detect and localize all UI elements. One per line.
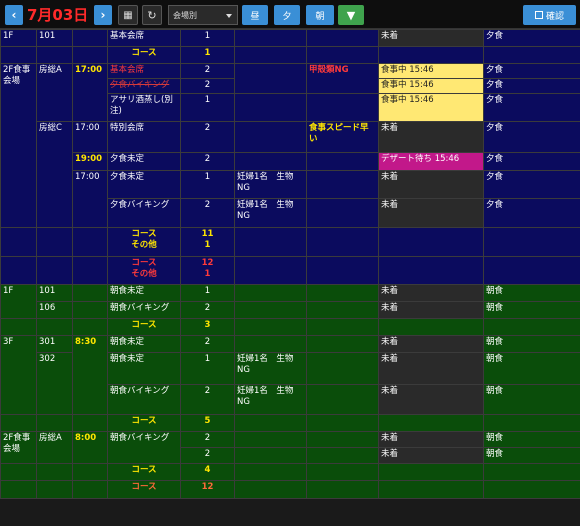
table-row[interactable]: 3F 301 8:30 朝食未定 2 未着 朝食 — [0, 335, 580, 415]
table-row[interactable]: 17:00 夕食未定 1 妊婦1名 生物NG 未着 夕食 — [1, 170, 580, 228]
table-row[interactable]: 1F 101 基本会席 1 未着 夕食 — [0, 29, 580, 47]
summary-row: コース その他 11 1 — [0, 227, 580, 257]
table-row[interactable]: 19:00 夕食未定 2 デザート待ち 15:46 夕食 — [1, 152, 580, 171]
table-row[interactable]: 2F食事会場 房総A 8:00 朝食バイキング 2 未着 朝食 — [0, 431, 580, 464]
filter-icon[interactable]: ▼ — [338, 5, 364, 25]
breakfast-filter-button[interactable]: 朝 — [306, 5, 334, 25]
total-row: コース その他 12 1 — [0, 256, 580, 285]
summary-row: コース 1 — [0, 46, 580, 64]
confirm-button[interactable]: 確認 — [523, 5, 576, 25]
venue-select[interactable]: 会場別 — [168, 5, 238, 25]
refresh-icon[interactable]: ↻ — [142, 5, 162, 25]
checkbox-icon — [534, 11, 543, 19]
lunch-filter-button[interactable]: 昼 — [242, 5, 268, 25]
schedule-table: 1F 101 基本会席 1 未着 夕食 コース 1 2F食事会場 房総A 17:00 基本… — [0, 29, 580, 499]
calendar-icon[interactable]: ▦ — [118, 5, 138, 25]
table-row[interactable]: 2F食事会場 房総A 17:00 基本会席 2 甲殻類NG 食事中 15:46 夕食 — [0, 63, 580, 228]
summary-row: コース 3 — [0, 318, 580, 336]
prev-day-button[interactable]: ‹ — [5, 5, 23, 25]
table-row[interactable]: 106 朝食バイキング 2 未着 朝食 — [1, 301, 580, 319]
summary-row: コース 5 — [0, 414, 580, 432]
summary-row: コース 4 — [0, 463, 580, 481]
next-day-button[interactable]: › — [94, 5, 112, 25]
date-label[interactable]: 7月03日 — [27, 4, 88, 25]
total-row: コース 12 — [0, 480, 580, 499]
table-row[interactable]: 房総C 17:00 特別会席 2 食事スピード早い 未着 夕食 — [1, 121, 580, 228]
chevron-down-icon — [226, 14, 232, 18]
dinner-filter-button[interactable]: 夕 — [274, 5, 300, 25]
toolbar: ‹ 7月03日 › ▦ ↻ 会場別 昼 夕 朝 ▼ 確認 — [0, 0, 580, 29]
table-row[interactable]: 1F 101 朝食未定 1 未着 朝食 — [0, 284, 580, 319]
